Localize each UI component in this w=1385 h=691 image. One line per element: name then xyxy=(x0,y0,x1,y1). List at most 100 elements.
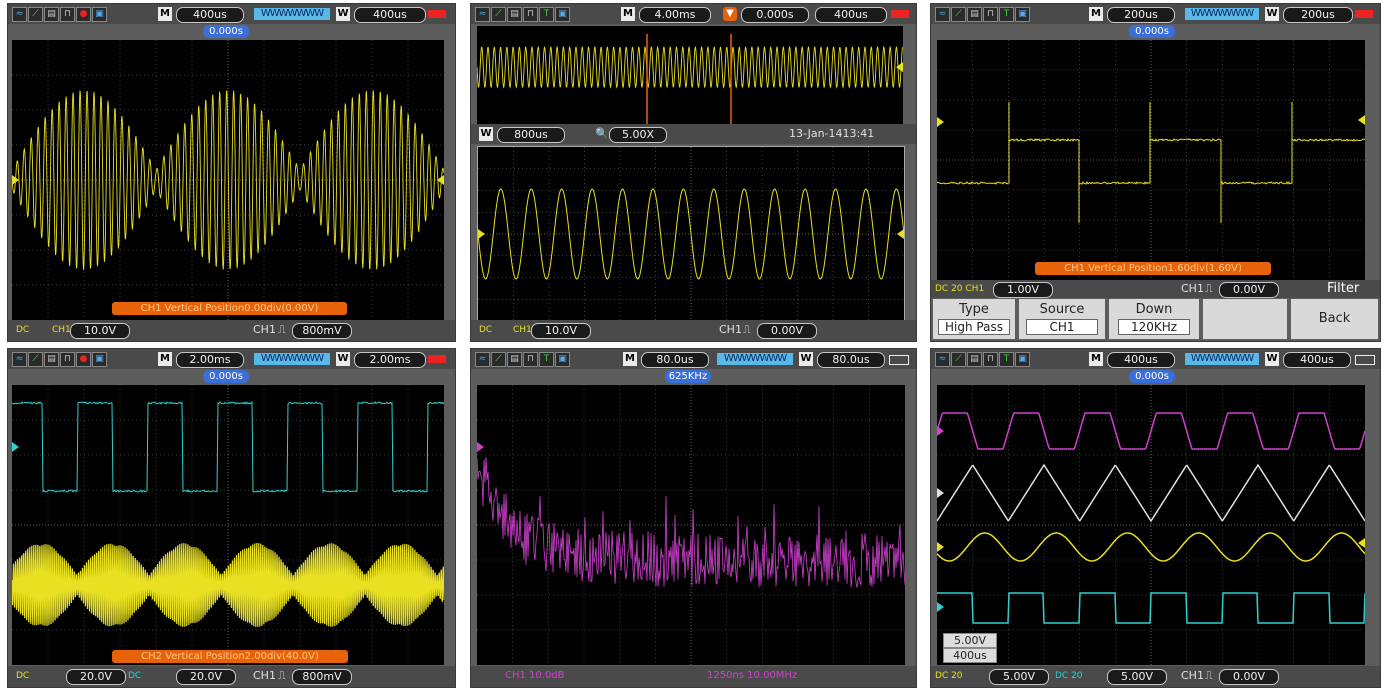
pulse-icon[interactable]: ⊓ xyxy=(523,352,538,367)
trigger-time[interactable]: 0.000s xyxy=(741,7,809,23)
disk-icon[interactable]: ▣ xyxy=(92,7,107,22)
math-marker xyxy=(477,442,484,452)
menu-source[interactable]: Source CH1 xyxy=(1019,299,1105,339)
channel-b-scale[interactable]: 5.00V xyxy=(1107,669,1167,685)
ch1-filtered-waveform xyxy=(937,40,1365,280)
channel-b-tags: DC 20 xyxy=(1055,669,1083,683)
ch1-scale[interactable]: 10.0V xyxy=(70,323,130,339)
record-icon[interactable]: ● xyxy=(76,7,91,22)
trigger-t-icon[interactable]: T xyxy=(999,7,1014,22)
menu-down[interactable]: Down 120KHz xyxy=(1109,299,1199,339)
menu-empty[interactable] xyxy=(1203,299,1287,339)
zoom-screen xyxy=(477,146,905,322)
trigger-level[interactable]: 0.00V xyxy=(757,323,817,339)
scope-panel-6: ≈ ⟋ ▤ ⊓ T ▣ M 400us WWWWWWW W 400us 0.000s 5.… xyxy=(930,348,1381,688)
line-icon[interactable]: ⟋ xyxy=(28,352,43,367)
line-icon[interactable]: ⟋ xyxy=(491,7,506,22)
disk-icon[interactable]: ▣ xyxy=(555,7,570,22)
waveform-icon[interactable]: ≈ xyxy=(935,7,950,22)
window-value[interactable]: 80.0us xyxy=(817,352,885,368)
probe-icon[interactable]: ▤ xyxy=(44,7,59,22)
main-timebase-label: M xyxy=(158,352,172,366)
trigger-t-icon[interactable]: T xyxy=(539,352,554,367)
bottom-status-bar: DC 20 5.00V DC 20 5.00V CH1 ⎍ 0.00V xyxy=(931,666,1380,687)
window-value[interactable]: 2.00ms xyxy=(354,352,426,368)
zoom-window-value[interactable]: 800us xyxy=(497,127,565,143)
ch1-tag: CH1 xyxy=(513,323,532,337)
timebase-value[interactable]: 400us xyxy=(1107,352,1175,368)
ch2-scale[interactable]: 20.0V xyxy=(176,669,236,685)
coupling-icon: DC 20 CH1 xyxy=(935,282,984,296)
ch1-tag: CH1 xyxy=(52,323,71,337)
scope-panel-5: ≈ ⟋ ▤ ⊓ T ▣ M 80.0us WWWWWWW W 80.0us 625KHz … xyxy=(470,348,917,688)
timestamp: 13-Jan-1413:41 xyxy=(789,127,874,141)
battery-icon xyxy=(889,355,909,365)
waveform-screen: CH1 Vertical Position0.00div(0.00V) xyxy=(12,40,444,320)
trigger-level[interactable]: 800mV xyxy=(292,323,352,339)
waveform-icon[interactable]: ≈ xyxy=(935,352,950,367)
probe-icon[interactable]: ▤ xyxy=(44,352,59,367)
ch1-scale[interactable]: 1.00V xyxy=(993,282,1053,298)
probe-icon[interactable]: ▤ xyxy=(967,352,982,367)
waveform-icon[interactable]: ≈ xyxy=(12,7,27,22)
trigger-level[interactable]: 0.00V xyxy=(1219,282,1279,298)
four-channel-waveforms xyxy=(937,385,1365,665)
trigger-level[interactable]: 0.00V xyxy=(1219,669,1279,685)
scope-panel-1: ≈ ⟋ ▤ ⊓ ● ▣ M 400us WWWWWWW W 400us 0.000s CH… xyxy=(7,3,456,342)
timebase-value[interactable]: 2.00ms xyxy=(176,352,244,368)
trigger-t-icon[interactable]: T xyxy=(999,352,1014,367)
timebase-value[interactable]: 200us xyxy=(1107,7,1175,23)
pulse-icon[interactable]: ⊓ xyxy=(60,7,75,22)
timebase-value[interactable]: 400us xyxy=(176,7,244,23)
main-timebase-label: M xyxy=(1089,352,1103,366)
line-icon[interactable]: ⟋ xyxy=(951,352,966,367)
menu-back-button[interactable]: Back xyxy=(1291,299,1378,339)
probe-icon[interactable]: ▤ xyxy=(507,7,522,22)
ch1-scale[interactable]: 10.0V xyxy=(531,323,591,339)
waveform-overview: WWWWWWW xyxy=(254,8,330,20)
scope-panel-2: ≈ ⟋ ▤ ⊓ T ▣ M 4.00ms ▼ 0.000s 400us W 800us 🔍… xyxy=(470,3,917,342)
pulse-icon[interactable]: ⊓ xyxy=(983,7,998,22)
ch1-scale[interactable]: 20.0V xyxy=(66,669,126,685)
waveform-icon[interactable]: ≈ xyxy=(475,7,490,22)
disk-icon[interactable]: ▣ xyxy=(92,352,107,367)
coupling-icon: DC xyxy=(479,323,492,337)
pulse-icon[interactable]: ⊓ xyxy=(983,352,998,367)
line-icon[interactable]: ⟋ xyxy=(28,7,43,22)
menu-type[interactable]: Type High Pass xyxy=(933,299,1015,339)
trigger-edge-icon: ⎍ xyxy=(278,669,286,683)
line-icon[interactable]: ⟋ xyxy=(491,352,506,367)
disk-icon[interactable]: ▣ xyxy=(1015,7,1030,22)
probe-icon[interactable]: ▤ xyxy=(967,7,982,22)
ch1-ch2-waveforms xyxy=(12,385,444,665)
trigger-level[interactable]: 800mV xyxy=(292,669,352,685)
waveform-icon[interactable]: ≈ xyxy=(12,352,27,367)
window-value[interactable]: 400us xyxy=(354,7,426,23)
timebase-value[interactable]: 80.0us xyxy=(641,352,709,368)
pulse-icon[interactable]: ⊓ xyxy=(60,352,75,367)
window-value[interactable]: 400us xyxy=(815,7,887,23)
ch1-waveform xyxy=(12,40,444,320)
window-value[interactable]: 200us xyxy=(1283,7,1353,23)
timebase-value[interactable]: 4.00ms xyxy=(639,7,711,23)
cursor-time: 400us xyxy=(943,648,997,663)
ch1-marker xyxy=(937,117,944,127)
waveform-icon[interactable]: ≈ xyxy=(475,352,490,367)
window-value[interactable]: 400us xyxy=(1283,352,1351,368)
disk-icon[interactable]: ▣ xyxy=(1015,352,1030,367)
trigger-edge-icon: ⎍ xyxy=(278,323,286,337)
channel-a-scale[interactable]: 5.00V xyxy=(989,669,1049,685)
toolbar-icons: ≈ ⟋ ▤ ⊓ T ▣ xyxy=(475,7,571,21)
zoom-factor[interactable]: 5.00X xyxy=(609,127,667,143)
ref-marker xyxy=(937,488,944,498)
trigger-t-icon[interactable]: T xyxy=(539,7,554,22)
disk-icon[interactable]: ▣ xyxy=(555,352,570,367)
pulse-icon[interactable]: ⊓ xyxy=(523,7,538,22)
probe-icon[interactable]: ▤ xyxy=(507,352,522,367)
fft-trace xyxy=(477,457,905,588)
record-icon[interactable]: ● xyxy=(76,352,91,367)
toolbar-icons: ≈ ⟋ ▤ ⊓ T ▣ xyxy=(935,7,1031,21)
line-icon[interactable]: ⟋ xyxy=(951,7,966,22)
menu-down-label: Down xyxy=(1109,302,1199,317)
top-status-bar: ≈ ⟋ ▤ ⊓ T ▣ M 400us WWWWWWW W 400us xyxy=(931,349,1380,369)
